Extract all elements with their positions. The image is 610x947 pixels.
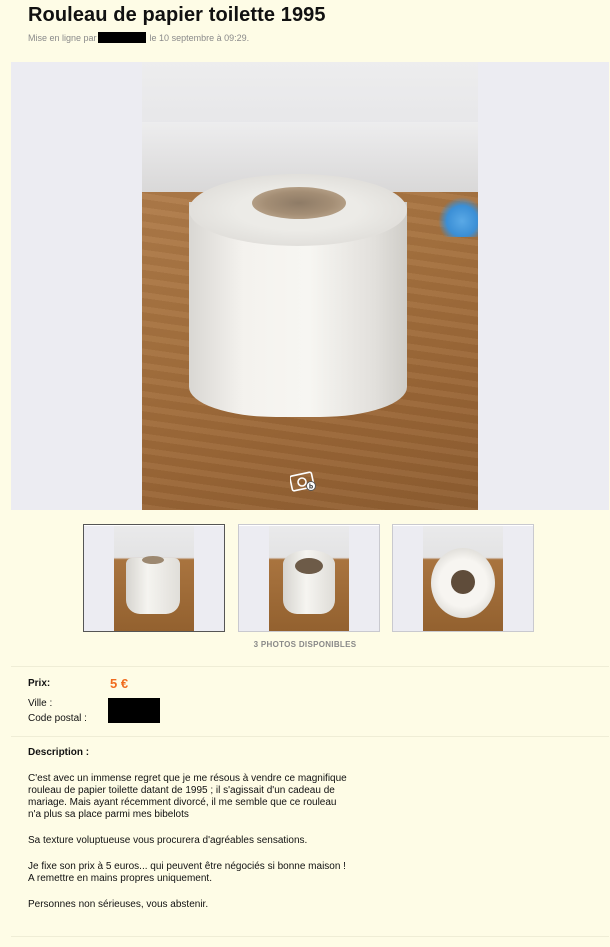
svg-text:b: b	[309, 484, 314, 491]
thumbnail-1[interactable]	[83, 524, 225, 632]
description-body: C'est avec un immense regret que je me r…	[28, 773, 448, 911]
description-line: mariage. Mais ayant récemment divorcé, i…	[28, 797, 337, 808]
description-heading: Description :	[28, 747, 90, 758]
thumbnail-2[interactable]	[238, 524, 380, 632]
description-line: Sa texture voluptueuse vous procurera d'…	[28, 835, 308, 846]
thumbnail-strip	[83, 524, 539, 634]
price-value: 5 €	[110, 676, 129, 691]
description-line: C'est avec un immense regret que je me r…	[28, 773, 347, 784]
price-label: Prix:	[28, 678, 51, 689]
divider	[11, 666, 609, 667]
main-photo[interactable]: b	[11, 62, 609, 510]
divider	[11, 736, 609, 737]
divider	[11, 936, 609, 937]
redacted-username	[97, 32, 146, 43]
description-line: Je fixe son prix à 5 euros... qui peuven…	[28, 861, 346, 872]
city-label: Ville :	[28, 698, 53, 709]
postal-code-label: Code postal :	[28, 713, 87, 724]
redacted-location	[108, 698, 160, 723]
description-line: Personnes non sérieuses, vous abstenir.	[28, 899, 209, 910]
thumbnail-3[interactable]	[392, 524, 534, 632]
description-line: A remettre en mains propres uniquement.	[28, 873, 212, 884]
photos-count: 3 PHOTOS DISPONIBLES	[253, 640, 357, 649]
description-line: n'a plus sa place parmi mes bibelots	[28, 809, 189, 820]
main-photo-image: b	[142, 62, 478, 510]
camera-icon[interactable]: b	[290, 470, 318, 492]
posted-date: le 10 septembre à 09:29.	[149, 32, 250, 43]
posted-info: Mise en ligne par le 10 septembre à 09:2…	[28, 32, 249, 43]
posted-prefix: Mise en ligne par	[28, 32, 97, 43]
description-line: rouleau de papier toilette datant de 199…	[28, 785, 335, 796]
listing-title: Rouleau de papier toilette 1995	[28, 4, 326, 26]
